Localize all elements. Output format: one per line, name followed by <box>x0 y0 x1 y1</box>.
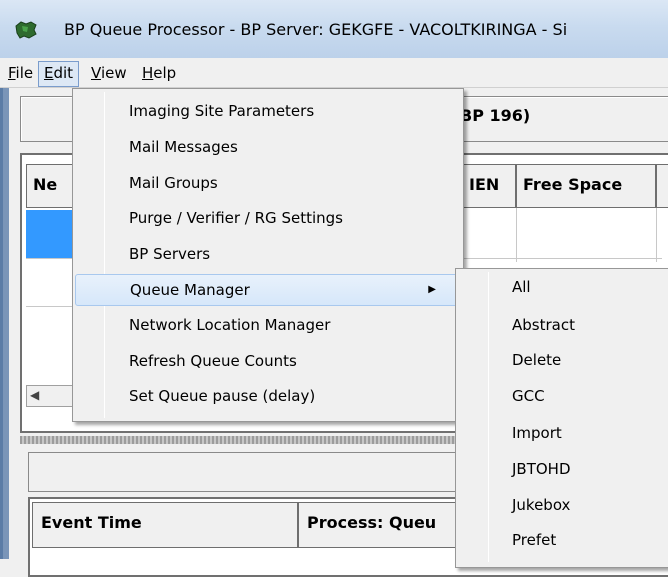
menu-edit[interactable]: Edit <box>38 61 80 87</box>
grid-header-next[interactable] <box>656 164 668 208</box>
grid-header-free-space[interactable]: Free Space <box>516 164 656 208</box>
menu-view[interactable]: View <box>86 61 132 85</box>
events-header-time[interactable]: Event Time <box>32 502 298 548</box>
grid-header-ien[interactable]: IEN <box>462 164 516 208</box>
app-map-icon[interactable] <box>14 20 38 40</box>
grid-row-line <box>462 258 662 259</box>
submenu-item-prefet[interactable]: Prefet <box>458 523 668 557</box>
edit-menu-items: Imaging Site Parameters Mail Messages Ma… <box>72 92 464 418</box>
menu-help[interactable]: Help <box>137 61 181 85</box>
menu-item-queue-manager[interactable]: Queue Manager ▶ <box>75 274 459 306</box>
submenu-arrow-icon: ▶ <box>428 284 436 295</box>
window-title: BP Queue Processor - BP Server: GEKGFE -… <box>64 20 568 39</box>
submenu-item-abstract[interactable]: Abstract <box>458 308 668 342</box>
menu-item-bp-servers[interactable]: BP Servers <box>75 239 459 271</box>
scroll-left-icon[interactable]: ◀ <box>30 388 39 402</box>
submenu-item-jukebox[interactable]: Jukebox <box>458 488 668 522</box>
menu-item-mail-groups[interactable]: Mail Groups <box>75 168 459 200</box>
selected-cell[interactable] <box>26 210 76 258</box>
menu-item-imaging-site-parameters[interactable]: Imaging Site Parameters <box>75 96 459 128</box>
submenu-item-gcc[interactable]: GCC <box>458 379 668 413</box>
grid-col-line <box>656 208 657 262</box>
menu-item-refresh-queue-counts[interactable]: Refresh Queue Counts <box>75 346 459 378</box>
submenu-item-delete[interactable]: Delete <box>458 343 668 377</box>
events-header-process[interactable]: Process: Queu <box>298 502 468 548</box>
menu-file[interactable]: File <box>3 61 38 85</box>
grid-col-line <box>516 208 517 262</box>
submenu-item-jbtohd[interactable]: JBTOHD <box>458 452 668 486</box>
submenu-item-import[interactable]: Import <box>458 416 668 450</box>
menu-item-purge-verifier-settings[interactable]: Purge / Verifier / RG Settings <box>75 203 459 235</box>
menu-item-mail-messages[interactable]: Mail Messages <box>75 132 459 164</box>
menu-item-set-queue-pause[interactable]: Set Queue pause (delay) <box>75 381 459 413</box>
menu-bar: File Edit View Help <box>0 58 668 88</box>
server-header-text: BP 196) <box>460 106 531 125</box>
menu-item-queue-manager-label: Queue Manager <box>130 281 250 299</box>
submenu-item-all[interactable]: All <box>458 270 668 304</box>
menu-item-network-location-manager[interactable]: Network Location Manager <box>75 310 459 342</box>
grid-header-name[interactable]: Ne <box>26 164 76 208</box>
left-frame-edge <box>0 88 3 559</box>
